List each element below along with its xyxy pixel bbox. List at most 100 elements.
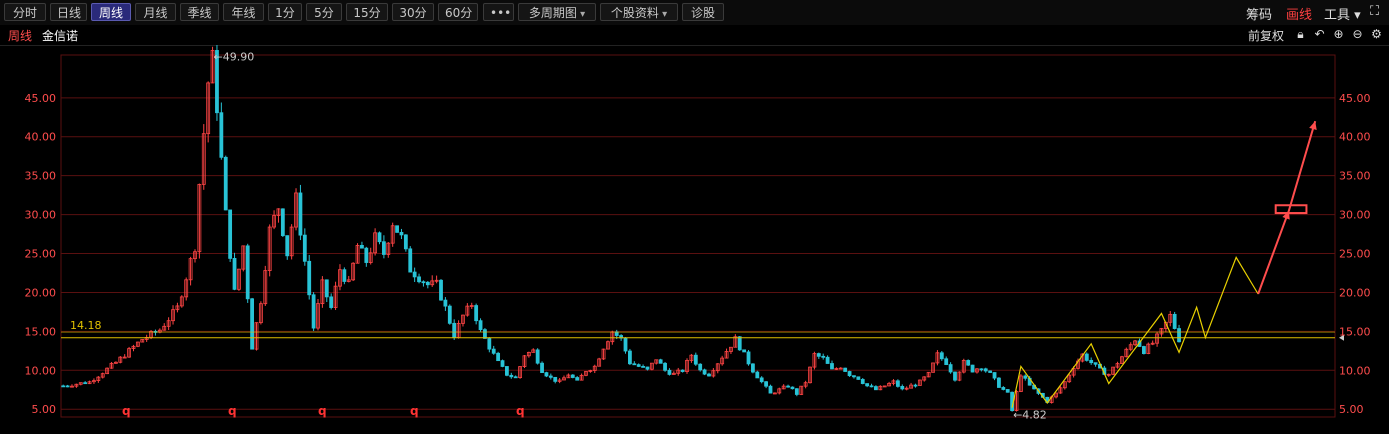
- candle-body: [856, 376, 861, 380]
- more-button[interactable]: •••: [483, 3, 514, 21]
- tab-60min[interactable]: 60分: [438, 3, 478, 21]
- candle-body: [417, 276, 421, 283]
- zoom-in-icon[interactable]: ⊕: [1332, 28, 1345, 41]
- y-tick-left: 45.00: [25, 92, 57, 105]
- candle-body: [895, 380, 900, 387]
- candle-body: [702, 369, 707, 375]
- candle-body: [988, 370, 993, 373]
- candle-body: [575, 377, 580, 381]
- candle-body: [948, 364, 953, 373]
- weekly-kline-chart[interactable]: 14.18 ←49.90 ←4.82 q q q q q 5.00 5.00 10.00 10.00…: [0, 45, 1389, 434]
- candle-body: [825, 356, 830, 364]
- candle-body: [636, 364, 641, 367]
- candle-body: [478, 320, 483, 331]
- price-grid: [60, 54, 1336, 418]
- candle-body: [364, 247, 369, 263]
- y-tick-right: 35.00: [1339, 170, 1371, 183]
- candle-body: [939, 352, 944, 360]
- y-tick-left: 5.00: [32, 403, 57, 416]
- candle-body: [509, 374, 514, 378]
- tab-1min[interactable]: 1分: [268, 3, 302, 21]
- candle-body: [540, 362, 544, 374]
- candle-body: [830, 363, 834, 370]
- candle-body: [764, 381, 768, 387]
- adjust-mode-button[interactable]: 前复权: [1248, 27, 1284, 44]
- tab-monthly[interactable]: 月线: [135, 3, 176, 21]
- candle-body: [992, 372, 997, 379]
- fullscreen-icon[interactable]: ⛶: [1370, 4, 1379, 19]
- tab-daily[interactable]: 日线: [50, 3, 87, 21]
- candle-body: [302, 234, 307, 262]
- zoom-out-icon[interactable]: ⊖: [1351, 28, 1364, 41]
- candle-body: [443, 299, 448, 307]
- candle-body: [395, 225, 399, 233]
- candle-body: [61, 385, 66, 388]
- candle-body: [746, 351, 751, 365]
- candle-body: [913, 384, 918, 387]
- candle-body: [1142, 346, 1146, 354]
- candle-body: [983, 368, 988, 372]
- candle-body: [790, 386, 795, 390]
- candle-body: [280, 208, 285, 237]
- y-tick-right: 30.00: [1339, 209, 1371, 222]
- period-toolbar: 分时日线周线月线季线年线1分5分15分30分60分 •••多周期图个股资料诊股 筹码…: [0, 0, 1389, 25]
- candle-body: [821, 355, 826, 358]
- candle-body: [645, 366, 650, 370]
- level-label: 14.18: [70, 319, 102, 332]
- gear-icon[interactable]: ⚙: [1370, 28, 1383, 41]
- candle-body: [403, 234, 408, 250]
- candle-body: [693, 354, 698, 365]
- tab-yearly[interactable]: 年线: [223, 3, 264, 21]
- y-tick-right: 25.00: [1339, 248, 1371, 261]
- diagnose-button[interactable]: 诊股: [682, 3, 724, 21]
- candle-body: [245, 245, 250, 300]
- y-tick-left: 30.00: [25, 209, 57, 222]
- candle-body: [548, 375, 553, 378]
- candle-body: [307, 260, 312, 296]
- candle-body: [623, 337, 628, 352]
- tab-weekly[interactable]: 周线: [91, 3, 131, 21]
- drawing-overlay: 14.18 ←49.90 ←4.82 q q q q q: [61, 51, 1344, 422]
- candle-body: [1023, 375, 1028, 379]
- candle-body: [311, 294, 316, 329]
- event-marker-q: q: [228, 404, 237, 418]
- event-marker-q: q: [516, 404, 525, 418]
- y-tick-left: 15.00: [25, 325, 57, 338]
- candle-body: [869, 385, 874, 388]
- tab-5min[interactable]: 5分: [306, 3, 342, 21]
- candle-body: [632, 363, 637, 366]
- y-tick-right: 15.00: [1339, 325, 1371, 338]
- tab-30min[interactable]: 30分: [392, 3, 434, 21]
- period-label: 周线: [8, 29, 33, 43]
- y-tick-left: 25.00: [25, 248, 57, 261]
- candle-body: [483, 329, 487, 339]
- candle-body: [381, 241, 386, 255]
- candle-body: [298, 192, 303, 236]
- undo-icon[interactable]: ↶: [1313, 28, 1326, 41]
- candle-body: [852, 375, 856, 378]
- stock-profile-dropdown[interactable]: 个股资料: [600, 3, 678, 21]
- drawing-button[interactable]: 画线: [1286, 4, 1312, 23]
- candle-body: [641, 366, 645, 368]
- lock-icon[interactable]: 🔒︎: [1294, 28, 1307, 41]
- candle-body: [250, 298, 255, 350]
- tab-15min[interactable]: 15分: [346, 3, 388, 21]
- candle-body: [1177, 328, 1181, 343]
- tab-fenshi[interactable]: 分时: [4, 3, 46, 21]
- multi-period-dropdown[interactable]: 多周期图: [518, 3, 596, 21]
- candle-body: [504, 366, 509, 376]
- y-tick-left: 35.00: [25, 170, 57, 183]
- candle-body: [1089, 359, 1094, 364]
- y-tick-left: 40.00: [25, 131, 57, 144]
- candle-body: [377, 232, 382, 243]
- tab-quarterly[interactable]: 季线: [180, 3, 219, 21]
- candle-body: [847, 371, 852, 377]
- y-tick-right: 5.00: [1339, 403, 1364, 416]
- candle-body: [228, 209, 233, 259]
- candle-body: [874, 386, 878, 391]
- tools-dropdown[interactable]: 工具 ▾: [1324, 4, 1361, 23]
- candle-body: [768, 385, 773, 394]
- candle-body: [544, 372, 549, 377]
- chips-button[interactable]: 筹码: [1246, 4, 1272, 23]
- candle-body: [412, 271, 417, 278]
